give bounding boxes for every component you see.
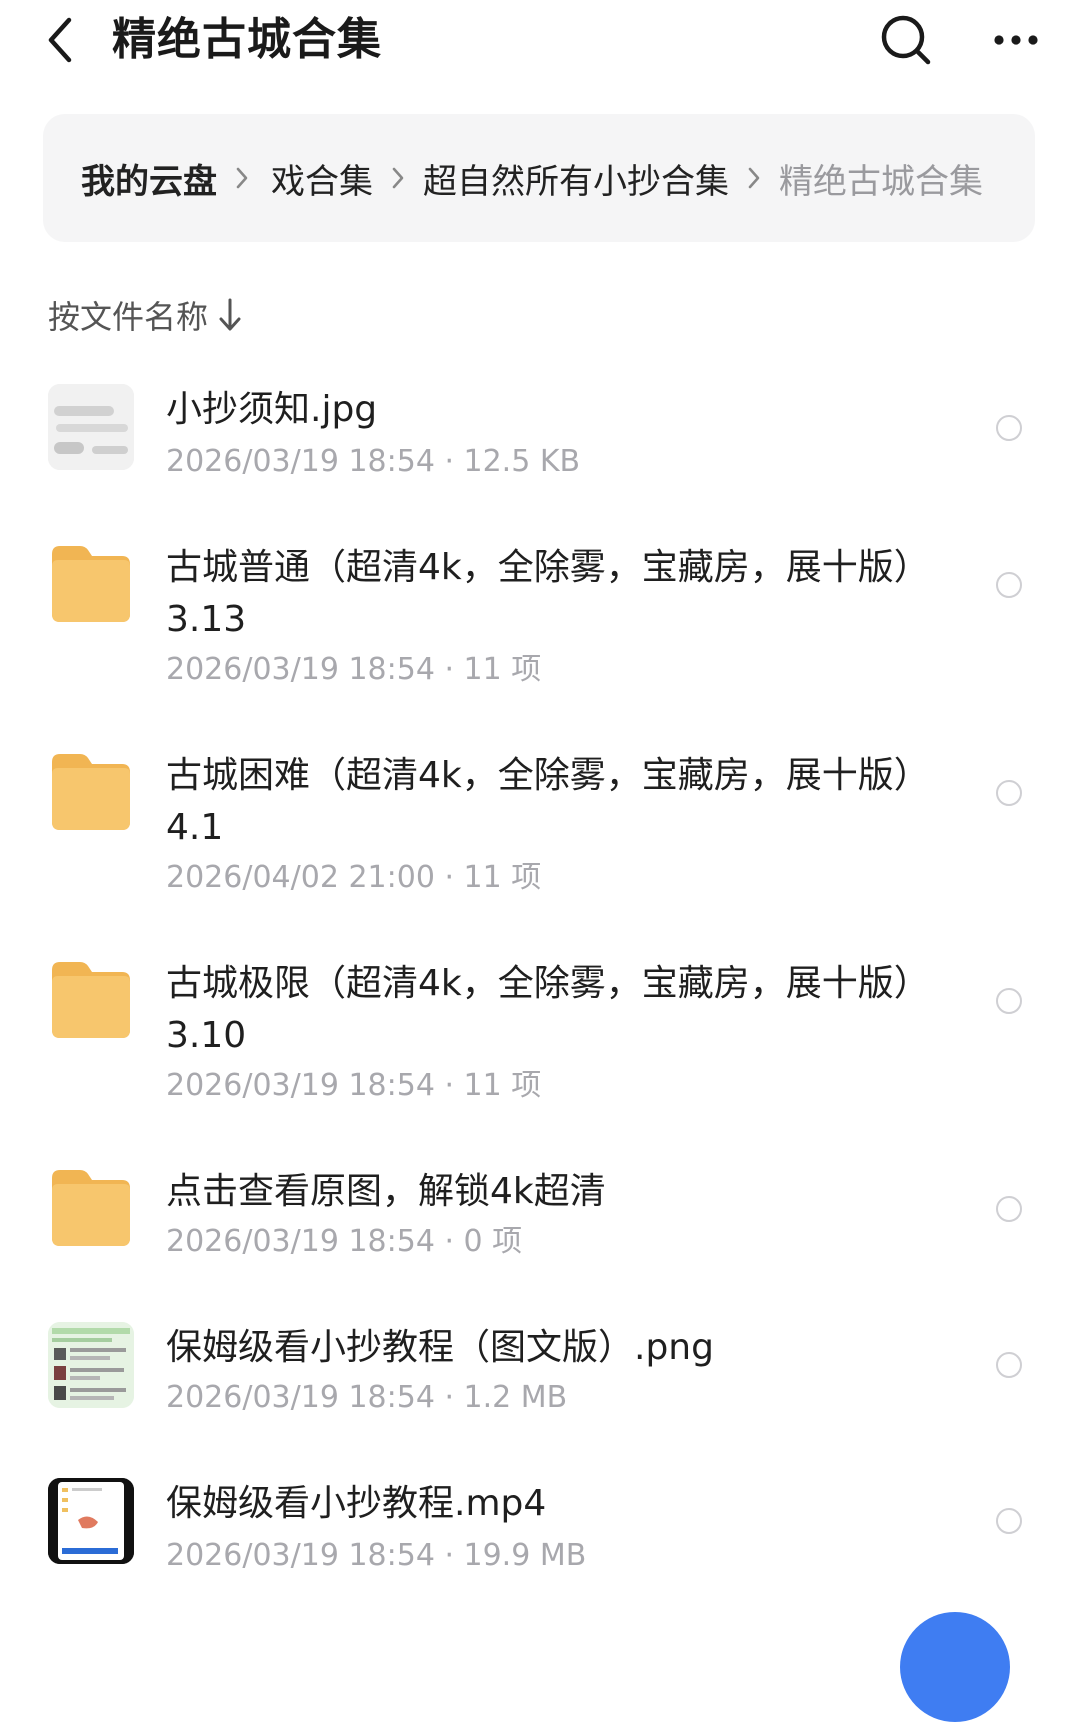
folder-icon <box>52 754 130 830</box>
file-name: 保姆级看小抄教程（图文版）.png <box>166 1327 714 1368</box>
sort-control[interactable]: 按文件名称 <box>48 290 242 340</box>
file-item[interactable]: 小抄须知.jpg 2026/03/19 18:54 · 12.5 KB <box>0 380 1080 490</box>
select-checkbox[interactable] <box>996 1508 1022 1534</box>
search-icon <box>881 15 931 65</box>
video-thumbnail <box>48 1478 134 1564</box>
file-name: 点击查看原图，解锁4k超清 <box>166 1171 606 1212</box>
file-item[interactable]: 古城极限（超清4k，全除雾，宝藏房，展十版）3.10 2026/03/19 18… <box>0 956 1080 1116</box>
file-item[interactable]: 古城普通（超清4k，全除雾，宝藏房，展十版）3.13 2026/03/19 18… <box>0 540 1080 700</box>
select-checkbox[interactable] <box>996 572 1022 598</box>
image-thumbnail <box>48 384 134 470</box>
upload-fab[interactable] <box>900 1612 1010 1722</box>
breadcrumb-item-games-label: 戏合集 <box>271 161 373 202</box>
sort-label: 按文件名称 <box>48 298 209 336</box>
breadcrumb-item-games[interactable]: 戏合集 <box>267 154 373 203</box>
chevron-left-icon <box>48 17 72 63</box>
file-name: 古城困难（超清4k，全除雾，宝藏房，展十版）4.1 <box>166 755 912 848</box>
folder-icon <box>52 962 130 1038</box>
select-checkbox[interactable] <box>996 1196 1022 1222</box>
file-name: 小抄须知.jpg <box>166 389 378 430</box>
file-item[interactable]: 古城困难（超清4k，全除雾，宝藏房，展十版）4.1 2026/04/02 21:… <box>0 748 1080 908</box>
chevron-right-icon <box>217 158 267 198</box>
folder-icon <box>52 1170 130 1246</box>
file-name: 保姆级看小抄教程.mp4 <box>166 1483 547 1524</box>
breadcrumb-item-current: 精绝古城合集 <box>779 161 983 202</box>
file-meta: 2026/03/19 18:54 · 0 项 <box>166 1224 523 1259</box>
select-checkbox[interactable] <box>996 780 1022 806</box>
search-button[interactable] <box>876 10 936 70</box>
header-bar: 精绝古城合集 <box>0 0 1080 84</box>
file-meta: 2026/03/19 18:54 · 12.5 KB <box>166 444 581 479</box>
breadcrumb-item-root[interactable]: 我的云盘 <box>81 154 217 203</box>
more-horizontal-icon <box>994 35 1038 45</box>
chevron-right-icon <box>729 158 779 198</box>
back-button[interactable] <box>36 10 84 70</box>
select-checkbox[interactable] <box>996 1352 1022 1378</box>
more-button[interactable] <box>984 10 1048 70</box>
chevron-right-icon <box>373 158 423 198</box>
file-item[interactable]: 保姆级看小抄教程.mp4 2026/03/19 18:54 · 19.9 MB <box>0 1476 1080 1630</box>
arrow-down-icon <box>218 298 242 332</box>
breadcrumb-item-supernatural[interactable]: 超自然所有小抄合集 <box>423 154 729 203</box>
file-meta: 2026/03/19 18:54 · 11 项 <box>166 652 542 687</box>
breadcrumb: 我的云盘 戏合集 超自然所有小抄合集 精绝古城合集 <box>43 114 1035 242</box>
file-name: 古城极限（超清4k，全除雾，宝藏房，展十版）3.10 <box>166 963 912 1056</box>
file-item[interactable]: 点击查看原图，解锁4k超清 2026/03/19 18:54 · 0 项 <box>0 1164 1080 1274</box>
file-meta: 2026/03/19 18:54 · 1.2 MB <box>166 1380 568 1415</box>
file-meta: 2026/03/19 18:54 · 19.9 MB <box>166 1538 587 1573</box>
select-checkbox[interactable] <box>996 988 1022 1014</box>
page-title: 精绝古城合集 <box>112 14 382 65</box>
select-checkbox[interactable] <box>996 415 1022 441</box>
file-item[interactable]: 保姆级看小抄教程（图文版）.png 2026/03/19 18:54 · 1.2… <box>0 1320 1080 1430</box>
file-meta: 2026/04/02 21:00 · 11 项 <box>166 860 542 895</box>
breadcrumb-row: 我的云盘 戏合集 超自然所有小抄合集 精绝古城合集 <box>81 114 983 242</box>
image-thumbnail <box>48 1322 134 1408</box>
folder-icon <box>52 546 130 622</box>
file-meta: 2026/03/19 18:54 · 11 项 <box>166 1068 542 1103</box>
file-name: 古城普通（超清4k，全除雾，宝藏房，展十版）3.13 <box>166 547 912 640</box>
